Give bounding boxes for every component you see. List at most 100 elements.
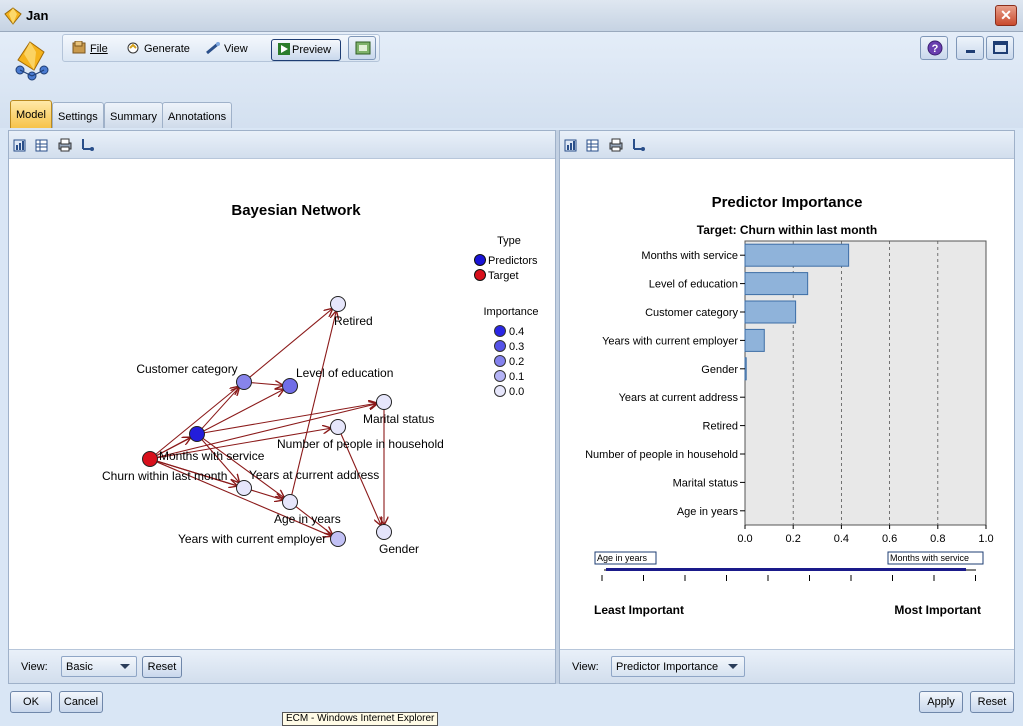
network-node-label: Number of people in household — [277, 437, 444, 451]
importance-scale: Age in years Months with service Least I… — [594, 551, 984, 617]
chart-category-label: Years with current employer — [602, 335, 738, 347]
network-edge — [155, 387, 238, 455]
legend-target-label: Target — [488, 270, 519, 282]
network-node-months-with-service[interactable] — [189, 426, 205, 442]
model-nugget-logo — [15, 41, 49, 81]
chart-category-label: Gender — [701, 364, 738, 376]
legend-importance-0-4-swatch — [494, 325, 506, 337]
tab-settings[interactable]: Settings — [52, 102, 104, 128]
chart-bar[interactable] — [744, 300, 797, 324]
tab-model[interactable]: Model — [10, 100, 52, 128]
menu-bar: File Generate View Preview — [62, 34, 380, 62]
help-icon: ? — [927, 40, 943, 56]
network-reset-button[interactable]: Reset — [142, 656, 182, 678]
tab-annotations[interactable]: Annotations — [162, 102, 233, 128]
copy-data-icon[interactable] — [586, 137, 602, 153]
legend-importance-0-1: 0.1 — [509, 371, 524, 383]
play-icon — [278, 43, 290, 55]
print-icon[interactable] — [57, 137, 73, 153]
chart-bar[interactable] — [744, 328, 765, 352]
network-node-label: Years at current address — [249, 468, 379, 482]
legend-importance-title: Importance — [483, 306, 538, 318]
view-menu[interactable]: View — [205, 41, 248, 55]
close-icon: ✕ — [1000, 7, 1012, 23]
legend-importance-0-2-swatch — [494, 355, 506, 367]
network-edge — [251, 383, 282, 386]
network-edge — [204, 403, 376, 434]
network-node-retired[interactable] — [330, 296, 346, 312]
network-node-label: Customer category — [136, 362, 237, 376]
predictor-importance-chart: Predictor Importance Target: Churn withi… — [585, 194, 994, 617]
legend-importance-0-4: 0.4 — [509, 326, 524, 338]
network-node-churn[interactable] — [142, 451, 158, 467]
network-node-level-of-education[interactable] — [282, 378, 298, 394]
network-node-gender[interactable] — [376, 524, 392, 540]
importance-view-select[interactable]: Predictor Importance — [611, 656, 745, 677]
file-menu[interactable]: File — [71, 41, 108, 55]
chart-x-tick-label: 0.0 — [737, 533, 752, 545]
chart-category-label: Customer category — [645, 307, 738, 319]
minimize-button[interactable] — [956, 36, 984, 60]
importance-view-value: Predictor Importance — [616, 661, 719, 673]
network-node-marital-status[interactable] — [376, 394, 392, 410]
layout-icon[interactable] — [630, 137, 646, 153]
chart-category-label: Years at current address — [619, 392, 739, 404]
chart-bar[interactable] — [744, 357, 747, 381]
importance-pane: Predictor Importance Target: Churn withi… — [559, 130, 1015, 684]
network-view-select[interactable]: Basic — [61, 656, 137, 677]
copy-chart-icon[interactable] — [564, 137, 580, 153]
preview-button[interactable]: Preview — [271, 39, 341, 61]
legend-predictors-label: Predictors — [488, 255, 538, 267]
minimize-icon — [966, 50, 975, 53]
scale-left-tag: Age in years — [597, 553, 648, 563]
network-node-years-at-address[interactable] — [236, 480, 252, 496]
title-bar: Jan ✕ — [0, 0, 1023, 32]
chevron-down-icon — [120, 664, 130, 669]
cancel-button[interactable]: Cancel — [59, 691, 103, 713]
network-node-label: Months with service — [159, 449, 265, 463]
network-node-years-with-employer[interactable] — [330, 531, 346, 547]
taskbar-tooltip-text: ECM - Windows Internet Explorer — [286, 713, 435, 724]
close-button[interactable]: ✕ — [995, 5, 1017, 26]
legend-importance-0-0: 0.0 — [509, 386, 524, 398]
apply-button[interactable]: Apply — [919, 691, 963, 713]
copy-data-icon[interactable] — [35, 137, 51, 153]
chart-x-tick-label: 1.0 — [978, 533, 993, 545]
copy-chart-icon[interactable] — [13, 137, 29, 153]
network-node-age[interactable] — [282, 494, 298, 510]
chart-category-label: Months with service — [641, 250, 738, 262]
network-node-label: Churn within last month — [102, 469, 227, 483]
generate-icon — [127, 42, 139, 54]
chart-bar[interactable] — [744, 243, 850, 267]
tab-summary[interactable]: Summary — [104, 102, 164, 128]
chart-x-tick-label: 0.8 — [930, 533, 945, 545]
network-node-customer-category[interactable] — [236, 374, 252, 390]
legend-importance-0-3: 0.3 — [509, 341, 524, 353]
legend-predictors-swatch — [474, 254, 486, 266]
view-icon — [206, 41, 220, 55]
export-button[interactable] — [348, 36, 376, 60]
generate-menu[interactable]: Generate — [125, 41, 190, 55]
chart-category-label: Retired — [703, 421, 738, 433]
chart-subtitle: Target: Churn within last month — [697, 223, 877, 237]
ok-button[interactable]: OK — [10, 691, 52, 713]
tab-model-label: Model — [16, 109, 46, 121]
chevron-down-icon — [728, 664, 738, 669]
layout-icon[interactable] — [79, 137, 95, 153]
reset-button[interactable]: Reset — [970, 691, 1014, 713]
chart-bar[interactable] — [744, 272, 809, 296]
print-icon[interactable] — [608, 137, 624, 153]
network-node-label: Retired — [334, 314, 373, 328]
network-view-bar: View: Basic Reset — [9, 649, 555, 683]
network-node-people-in-household[interactable] — [330, 419, 346, 435]
network-node-label: Marital status — [363, 412, 434, 426]
chart-x-tick-label: 0.2 — [786, 533, 801, 545]
network-node-label: Level of education — [296, 366, 393, 380]
network-view-label: View: — [21, 661, 48, 673]
network-node-label: Gender — [379, 542, 419, 556]
apply-label: Apply — [927, 696, 955, 708]
maximize-button[interactable] — [986, 36, 1014, 60]
app-icon — [4, 7, 22, 25]
legend-importance-0-0-swatch — [494, 385, 506, 397]
help-button[interactable]: ? — [920, 36, 948, 60]
